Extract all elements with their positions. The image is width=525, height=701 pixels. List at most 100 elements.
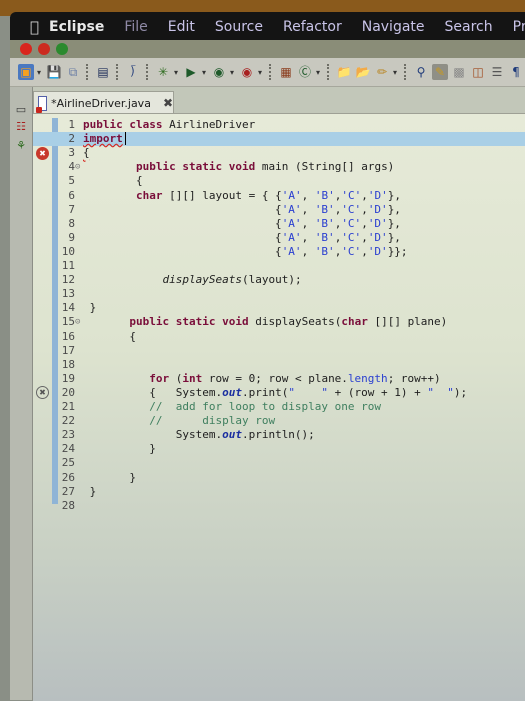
save-icon[interactable]: 💾 [46,64,62,80]
zoom-window-button[interactable] [56,43,68,55]
code-line[interactable]: 2 import [33,132,525,147]
code-line[interactable]: 23 System.out.println(); [33,428,525,442]
main-toolbar: ▣ ▾ 💾 ⧉ ▤ ⟌ ✳ ▾ ▶ ▾ ◉ ▾ ◉ ▾ ▦ Ⓒ ▾ 📁 📂 ✏ … [10,58,525,87]
menu-navigate[interactable]: Navigate [352,19,435,35]
external-tools-icon[interactable]: ◉ [239,64,255,80]
code-text: } [83,484,97,498]
line-number: 4 [68,160,75,174]
code-line[interactable]: 27 } [33,485,525,499]
line-number: 3 [68,146,75,160]
code-editor[interactable]: ✖✖✖ 1public class AirlineDriver2import3{… [33,113,525,701]
line-number: 5 [68,174,75,188]
code-line[interactable]: 14 } [33,301,525,315]
new-dropdown-icon[interactable]: ▾ [37,68,43,77]
code-line[interactable]: 10 {'A', 'B','C','D'}}; [33,245,525,259]
code-line[interactable]: 8 {'A', 'B','C','D'}, [33,217,525,231]
run-icon[interactable]: ▶ [183,64,199,80]
java-file-error-icon [35,95,48,113]
code-line[interactable]: 6 char [][] layout = { {'A', 'B','C','D'… [33,189,525,203]
debug-icon[interactable]: ✳ [155,64,171,80]
code-line[interactable]: 21 // add for loop to display one row [33,400,525,414]
menu-file[interactable]: File [114,19,157,35]
close-icon[interactable]: ✖ [163,96,173,110]
line-number: 25 [61,456,75,470]
editor-area: *AirlineDriver.java ✖ ✖✖✖ 1public class … [33,87,525,701]
line-number: 23 [61,428,75,442]
line-number: 6 [68,188,75,202]
debug-dropdown-icon[interactable]: ▾ [174,68,180,77]
save-all-icon[interactable]: ⧉ [65,64,81,80]
console-icon[interactable]: ▤ [95,64,111,80]
code-line[interactable]: 7 {'A', 'B','C','D'}, [33,203,525,217]
code-line[interactable]: 11 [33,259,525,273]
code-line[interactable]: 13 [33,287,525,301]
run-dropdown-icon[interactable]: ▾ [202,68,208,77]
hierarchy-view-icon[interactable]: ☷ [14,120,28,134]
line-number: 15 [61,315,75,329]
code-text: displaySeats(layout); [162,273,302,287]
code-line[interactable]: 20 { System.out.print(" " + (row + 1) + … [33,386,525,400]
restore-view-icon[interactable]: ▭ [14,103,28,117]
code-text: } [83,301,97,315]
line-number: 22 [61,414,75,428]
code-line[interactable]: 16 { [33,330,525,344]
text-cursor [124,132,126,146]
code-line[interactable]: 15 ⊝ public static void displaySeats(char… [33,315,525,329]
code-line[interactable]: 19 for (int row = 0; row < plane.length;… [33,372,525,386]
code-line[interactable]: 26 } [33,471,525,485]
next-annotation-icon[interactable]: ⚲ [413,64,429,80]
minimize-window-button[interactable] [38,43,50,55]
menu-app-eclipse[interactable]: Eclipse [39,19,114,35]
toolbar-separator [327,64,331,80]
code-line[interactable]: 18 [33,358,525,372]
outline-view-icon[interactable]: ⚘ [14,139,28,153]
line-number: 19 [61,371,75,385]
code-line[interactable]: 28 [33,499,525,513]
toolbar-separator [269,64,273,80]
close-window-button[interactable] [20,43,32,55]
new-java-class-icon[interactable]: Ⓒ [297,64,313,80]
menu-edit[interactable]: Edit [158,19,205,35]
open-type-icon[interactable]: 📁 [336,64,352,80]
search-dropdown-icon[interactable]: ▾ [393,68,399,77]
menu-refactor[interactable]: Refactor [273,19,352,35]
coverage-icon[interactable]: ◉ [211,64,227,80]
show-paragraph-icon[interactable]: ¶ [508,64,524,80]
code-line[interactable]: 5 { [33,174,525,188]
open-task-icon[interactable]: 📂 [355,64,371,80]
editor-tab-airline-driver[interactable]: *AirlineDriver.java ✖ [33,91,174,114]
code-line[interactable]: 22 // display row [33,414,525,428]
code-line[interactable]: 9 {'A', 'B','C','D'}, [33,231,525,245]
show-whitespace-icon[interactable]: ☰ [489,64,505,80]
code-line[interactable]: 4 ⊝ public static void main (String[] arg… [33,160,525,174]
new-icon[interactable]: ▣ [18,64,34,80]
menu-source[interactable]: Source [205,19,273,35]
new-class-dropdown-icon[interactable]: ▾ [316,68,322,77]
code-line[interactable]: 1 public class AirlineDriver [33,118,525,132]
search-icon[interactable]: ✏ [374,64,390,80]
toggle-breadcrumb-icon[interactable]: ▩ [451,64,467,80]
code-text: public static void main (String[] args) [135,160,395,174]
coverage-dropdown-icon[interactable]: ▾ [230,68,236,77]
skip-breakpoints-icon[interactable]: ⟌ [125,64,141,80]
line-number: 14 [61,301,75,315]
new-java-package-icon[interactable]: ▦ [278,64,294,80]
apple-icon[interactable]:  [30,18,39,36]
code-line[interactable]: 3{ [33,146,525,160]
code-line[interactable]: 12 displaySeats(layout); [33,273,525,287]
code-line[interactable]: 25 [33,456,525,470]
toolbar-separator [404,64,408,80]
window-titlebar [10,40,525,58]
fold-toggle-icon[interactable]: ⊝ [75,160,80,174]
code-line[interactable]: 17 [33,344,525,358]
fold-toggle-icon[interactable]: ⊝ [75,315,80,329]
code-text: { [83,329,136,343]
code-line[interactable]: 24 } [33,442,525,456]
open-declaration-icon[interactable]: ◫ [470,64,486,80]
menu-project[interactable]: Project [503,19,525,35]
menu-search[interactable]: Search [435,19,503,35]
toggle-mark-occurrences-icon[interactable]: ✎ [432,64,448,80]
code-text: public static void displaySeats(char [][… [129,315,448,329]
external-tools-dropdown-icon[interactable]: ▾ [258,68,264,77]
line-number: 20 [61,385,75,399]
